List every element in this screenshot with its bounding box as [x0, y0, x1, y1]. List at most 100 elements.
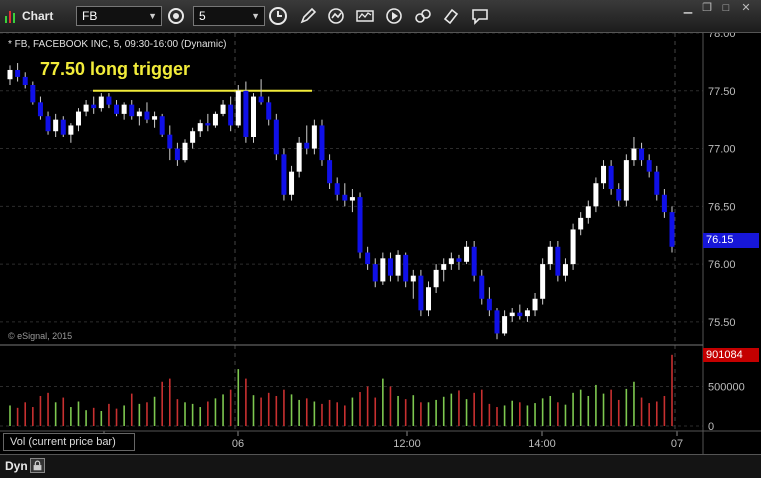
candle-body: [319, 125, 325, 161]
candle-body: [243, 90, 249, 137]
price-tick-label: 76.00: [708, 259, 736, 271]
pencil-icon[interactable]: [297, 6, 319, 26]
restore-icon[interactable]: ❐: [699, 2, 715, 14]
candle-body: [235, 90, 241, 126]
chart-area[interactable]: 78.00 77.50 77.00 76.50 76.00 75.50 5000000 1…: [0, 33, 761, 454]
volume-bar: [47, 392, 49, 426]
candle-body: [327, 160, 333, 184]
candle-body: [418, 275, 424, 311]
volume-bar: [420, 402, 422, 426]
volume-bar: [617, 399, 620, 426]
volume-bar: [496, 407, 498, 426]
candle: [365, 246, 371, 270]
candle-body: [380, 258, 386, 282]
volume-series: [9, 354, 673, 426]
last-price-badge: 76.15: [703, 233, 759, 248]
volume-bar: [130, 393, 133, 426]
interval-value: 5: [199, 9, 206, 23]
volume-bar: [184, 402, 186, 426]
volume-bar: [450, 393, 453, 426]
candle: [639, 142, 645, 166]
volume-bar: [191, 403, 194, 426]
clock-icon[interactable]: [267, 6, 289, 26]
volume-bar: [138, 403, 141, 426]
candle-body: [661, 194, 667, 213]
price-tick-label: 76.50: [708, 201, 736, 213]
link-icon[interactable]: [412, 6, 434, 26]
candle: [174, 142, 180, 166]
volume-bar: [351, 397, 354, 426]
settings-gear-icon[interactable]: [165, 6, 187, 26]
volume-bar: [511, 400, 514, 426]
candle-body: [387, 258, 393, 276]
chart-annotation[interactable]: 77.50 long trigger: [40, 59, 190, 80]
candle: [60, 116, 66, 137]
candle-body: [296, 142, 302, 172]
volume-bar: [488, 403, 491, 426]
volume-legend[interactable]: Vol (current price bar): [3, 433, 135, 451]
candle-body: [441, 264, 447, 270]
candle-body: [45, 116, 51, 132]
candle: [304, 125, 310, 155]
volume-bar: [321, 403, 323, 426]
comment-icon[interactable]: [469, 6, 491, 26]
volume-axis[interactable]: 5000000: [708, 382, 745, 434]
eraser-icon[interactable]: [440, 6, 462, 26]
volume-bar: [222, 394, 224, 426]
candle-body: [426, 287, 432, 311]
candlestick-series: [7, 63, 675, 340]
candle: [456, 254, 462, 270]
candle-body: [456, 258, 462, 262]
maximize-icon[interactable]: □: [718, 2, 734, 14]
candle: [661, 189, 667, 218]
volume-bar: [70, 407, 72, 426]
candle-body: [304, 142, 310, 149]
candle-body: [205, 123, 211, 126]
volume-bar: [62, 397, 65, 426]
candle-body: [365, 252, 371, 265]
close-icon[interactable]: ✕: [738, 2, 754, 14]
study-icon[interactable]: [354, 6, 376, 26]
symbol-input[interactable]: FB ▼: [76, 6, 162, 26]
chevron-down-icon[interactable]: ▼: [148, 7, 157, 25]
candle: [517, 304, 523, 320]
candle: [570, 223, 576, 270]
candle: [235, 85, 241, 128]
candle-body: [190, 131, 196, 143]
candle-body: [30, 85, 36, 103]
time-axis[interactable]: 14:000612:0014:0007: [90, 431, 683, 450]
candle: [311, 119, 317, 155]
candle-body: [349, 197, 355, 201]
candle-body: [75, 111, 81, 126]
lock-icon[interactable]: [30, 458, 45, 473]
volume-bar: [168, 378, 171, 426]
candle: [486, 287, 492, 317]
candle: [540, 258, 546, 305]
candle: [418, 269, 424, 317]
candle-body: [562, 264, 568, 276]
candle: [159, 113, 165, 137]
volume-bar: [85, 410, 87, 426]
candle: [129, 100, 135, 120]
candle-body: [532, 298, 538, 311]
volume-bar: [382, 378, 384, 426]
candle-body: [646, 160, 652, 172]
volume-bar: [237, 369, 240, 426]
volume-bar: [54, 402, 57, 426]
play-icon[interactable]: [383, 6, 405, 26]
cycle-icon[interactable]: [325, 6, 347, 26]
volume-bar: [260, 397, 262, 426]
volume-bar: [359, 392, 361, 426]
volume-bar: [146, 402, 148, 426]
symbol-value: FB: [82, 9, 98, 23]
volume-bar: [655, 401, 658, 426]
candle-body: [228, 104, 234, 126]
minimize-icon[interactable]: ▁: [680, 2, 696, 14]
interval-input[interactable]: 5 ▼: [193, 6, 265, 26]
price-axis[interactable]: 78.00 77.50 77.00 76.50 76.00 75.50: [708, 33, 736, 329]
volume-bar: [541, 398, 544, 426]
volume-bar: [328, 399, 331, 426]
chevron-down-icon[interactable]: ▼: [251, 7, 260, 25]
price-tick-label: 78.00: [708, 33, 736, 40]
candle: [593, 177, 599, 213]
